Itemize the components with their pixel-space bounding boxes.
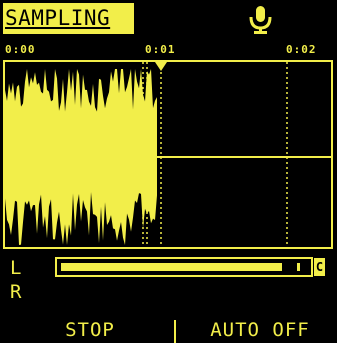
waveform-baseline [157,156,331,158]
softkey-divider [174,320,176,343]
clip-indicator: C [314,258,325,276]
level-meter [55,257,313,277]
time-label-1s: 0:01 [145,43,176,56]
time-label-start: 0:00 [5,43,36,56]
waveform-shape [5,69,157,245]
channel-label-right: R [10,281,22,303]
time-label-2s: 0:02 [286,43,317,56]
waveform-display [5,62,331,249]
playhead-marker[interactable] [155,62,167,71]
level-meter-peak [297,263,300,271]
screen-title: SAMPLING [3,3,134,34]
waveform-panel [3,62,333,249]
auto-off-softkey[interactable]: AUTO OFF [185,318,335,343]
stop-softkey[interactable]: STOP [20,318,160,343]
sampling-screen: SAMPLING 0:00 0:01 0:02 L R C STOP AUTO … [0,0,337,343]
channel-label-left: L [10,257,22,279]
level-meter-fill [61,263,282,271]
microphone-icon [249,6,272,34]
